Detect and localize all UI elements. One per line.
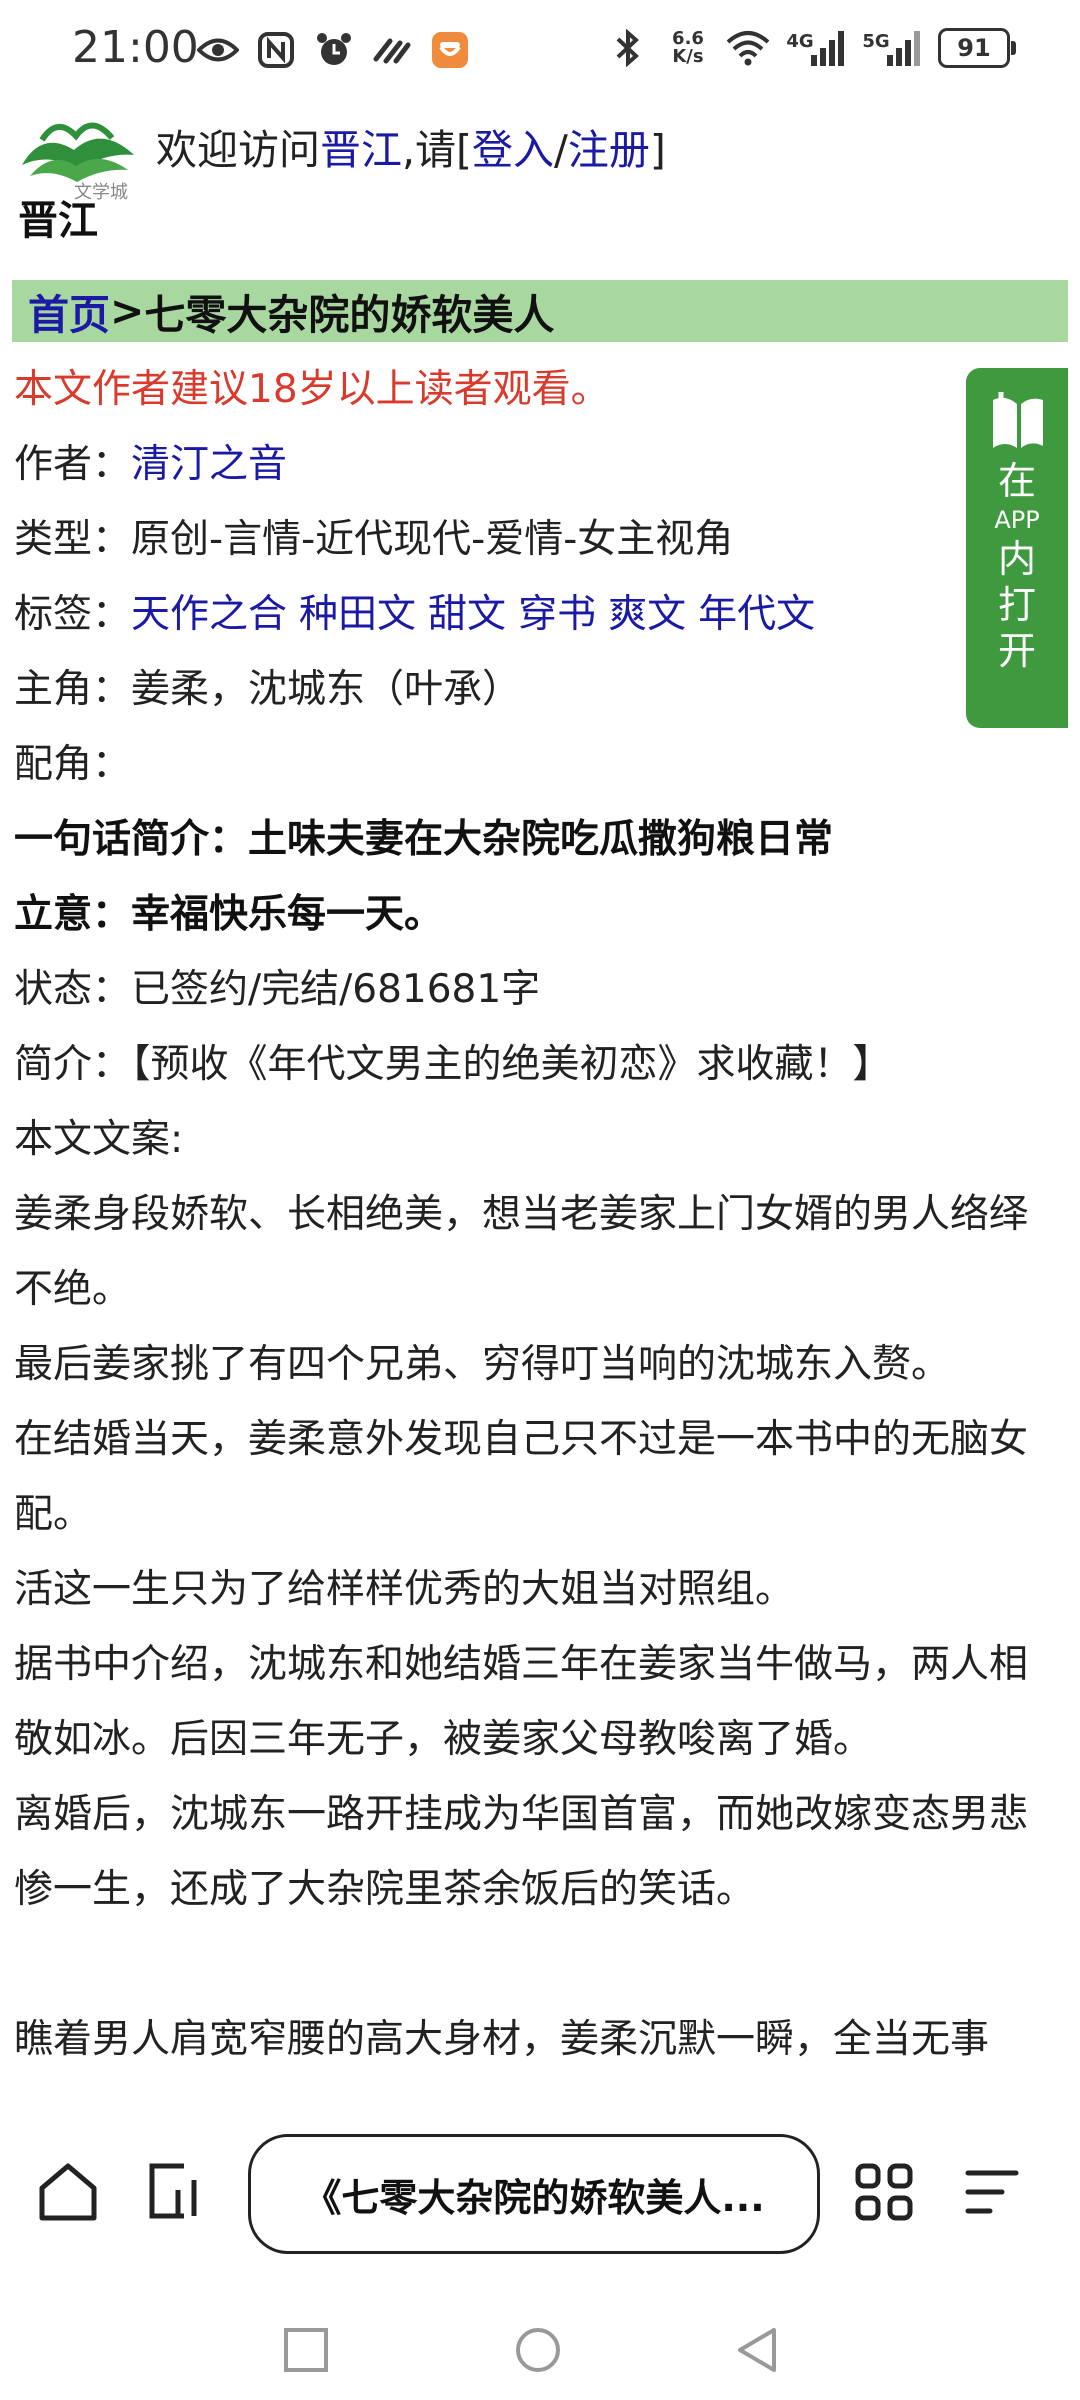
type-row: 类型：原创-言情-近代现代-爱情-女主视角 (14, 502, 1064, 577)
bluetooth-icon (606, 26, 650, 70)
address-bar[interactable]: 《七零大杂院的娇软美人... (248, 2134, 820, 2254)
author-label: 作者： (14, 442, 132, 487)
home-icon (39, 2163, 97, 2221)
wifi-icon (726, 26, 770, 70)
breadcrumb-current: 七零大杂院的娇软美人 (144, 291, 555, 339)
system-nav-bar (0, 2300, 1080, 2400)
login-link[interactable]: 登入 (472, 126, 554, 174)
status-label: 状态： (14, 967, 132, 1012)
intro-value: 【预收《年代文男主的绝美初恋》求收藏！】 (131, 1042, 892, 1087)
status-value: 已签约/完结/681681字 (131, 967, 541, 1012)
age-warning: 本文作者建议18岁以上读者观看。 (14, 367, 610, 412)
open-in-app-label: 在 APP 内 打 开 (994, 459, 1040, 673)
menu-button[interactable] (958, 2158, 1026, 2226)
synopsis-paragraph: 最后姜家挑了有四个兄弟、穷得叮当响的沈城东入赘。 (14, 1342, 951, 1387)
home-nav-icon[interactable] (510, 2322, 566, 2378)
signal-5g-icon: 5G (862, 26, 922, 70)
breadcrumb-separator: > (110, 287, 145, 335)
eye-icon (196, 28, 240, 72)
status-bar: 21:00 6.6 K/s 4G 5G 91 (0, 0, 1080, 100)
signal-4g-icon: 4G (786, 26, 846, 70)
protagonist-label: 主角： (14, 667, 132, 712)
register-link[interactable]: 注册 (568, 126, 650, 174)
site-name-link[interactable]: 晋江 (320, 126, 402, 174)
breadcrumb-home-link[interactable]: 首页 (28, 281, 110, 341)
tabs-button[interactable] (142, 2158, 210, 2226)
app-notification-icon (428, 28, 472, 72)
one-line-value: 土味夫妻在大杂院吃瓜撒狗粮日常 (248, 817, 834, 862)
tabs-icon (149, 2163, 197, 2219)
status-right-icons: 6.6 K/s 4G 5G 91 (606, 26, 1016, 70)
book-icon (993, 392, 1043, 448)
theme-row: 立意：幸福快乐每一天。 (14, 877, 1064, 952)
breadcrumb: 首页 > 七零大杂院的娇软美人 (12, 280, 1068, 342)
back-icon[interactable] (730, 2322, 786, 2378)
tag-link[interactable]: 甜文 (428, 592, 506, 637)
site-logo[interactable]: 文学城 晋江 (12, 110, 142, 244)
grid-icon (855, 2163, 913, 2221)
synopsis-paragraph: 瞧着男人肩宽窄腰的高大身材，姜柔沉默一瞬，全当无事 (14, 2017, 990, 2062)
theme-label: 立意： (14, 892, 132, 937)
alarm-icon (312, 28, 356, 72)
synopsis-paragraph: 姜柔身段娇软、长相绝美，想当老姜家上门女婿的男人络绎不绝。 (14, 1192, 1029, 1312)
one-line-summary-row: 一句话简介：土味夫妻在大杂院吃瓜撒狗粮日常 (14, 802, 1064, 877)
site-header: 文学城 晋江 欢迎访问晋江,请[登入/注册] (0, 110, 1080, 260)
open-in-app-button[interactable]: 在 APP 内 打 开 (966, 368, 1068, 728)
theme-value: 幸福快乐每一天。 (131, 892, 444, 937)
supporting-row: 配角： (14, 727, 1064, 802)
protagonist-value: 姜柔，沈城东（叶承） (131, 667, 522, 712)
author-row: 作者：清汀之音 (14, 427, 1064, 502)
net-speed-icon: 6.6 K/s (672, 28, 704, 67)
tag-link[interactable]: 穿书 (518, 592, 596, 637)
intro-row: 简介：【预收《年代文男主的绝美初恋》求收藏！】 (14, 1027, 1064, 1102)
synopsis-paragraph: 离婚后，沈城东一路开挂成为华国首富，而她改嫁变态男悲惨一生，还成了大杂院里茶余饭… (14, 1792, 1029, 1912)
tag-link[interactable]: 天作之合 (131, 592, 287, 637)
tags-label: 标签： (14, 592, 132, 637)
logo-icon: 文学城 晋江 (18, 122, 134, 244)
author-link[interactable]: 清汀之音 (131, 442, 287, 487)
home-button[interactable] (34, 2158, 102, 2226)
apps-button[interactable] (850, 2158, 918, 2226)
menu-icon (965, 2170, 1019, 2214)
synopsis-paragraph: 在结婚当天，姜柔意外发现自己只不过是一本书中的无脑女配。 (14, 1417, 1029, 1537)
supporting-label: 配角： (14, 742, 132, 787)
synopsis-paragraph: 活这一生只为了给样样优秀的大姐当对照组。 (14, 1567, 795, 1612)
status-time: 21:00 (72, 22, 199, 73)
link-icon (370, 28, 414, 72)
tag-link[interactable]: 爽文 (608, 592, 686, 637)
page-title: 《七零大杂院的娇软美人... (303, 2175, 765, 2220)
browser-toolbar: 《七零大杂院的娇软美人... (0, 2110, 1080, 2270)
battery-icon: 91 (938, 28, 1016, 68)
type-label: 类型： (14, 517, 132, 562)
tag-link[interactable]: 种田文 (299, 592, 416, 637)
status-row: 状态：已签约/完结/681681字 (14, 952, 1064, 1027)
type-value: 原创-言情-近代现代-爱情-女主视角 (131, 517, 734, 562)
novel-info: 本文作者建议18岁以上读者观看。 作者：清汀之音 类型：原创-言情-近代现代-爱… (14, 352, 1064, 2077)
intro-label: 简介： (14, 1042, 132, 1087)
copy-label: 本文文案: (14, 1117, 184, 1162)
tag-link[interactable]: 年代文 (698, 592, 815, 637)
tags-row: 标签：天作之合 种田文 甜文 穿书 爽文 年代文 (14, 577, 1064, 652)
status-left-icons (196, 28, 472, 72)
nfc-icon (254, 28, 298, 72)
protagonist-row: 主角：姜柔，沈城东（叶承） (14, 652, 1064, 727)
recent-apps-icon[interactable] (278, 2322, 334, 2378)
welcome-text: 欢迎访问晋江,请[登入/注册] (156, 126, 666, 174)
one-line-label: 一句话简介： (14, 817, 249, 862)
svg-text:晋江: 晋江 (18, 197, 98, 240)
synopsis-paragraph: 据书中介绍，沈城东和她结婚三年在姜家当牛做马，两人相敬如冰。后因三年无子，被姜家… (14, 1642, 1029, 1762)
